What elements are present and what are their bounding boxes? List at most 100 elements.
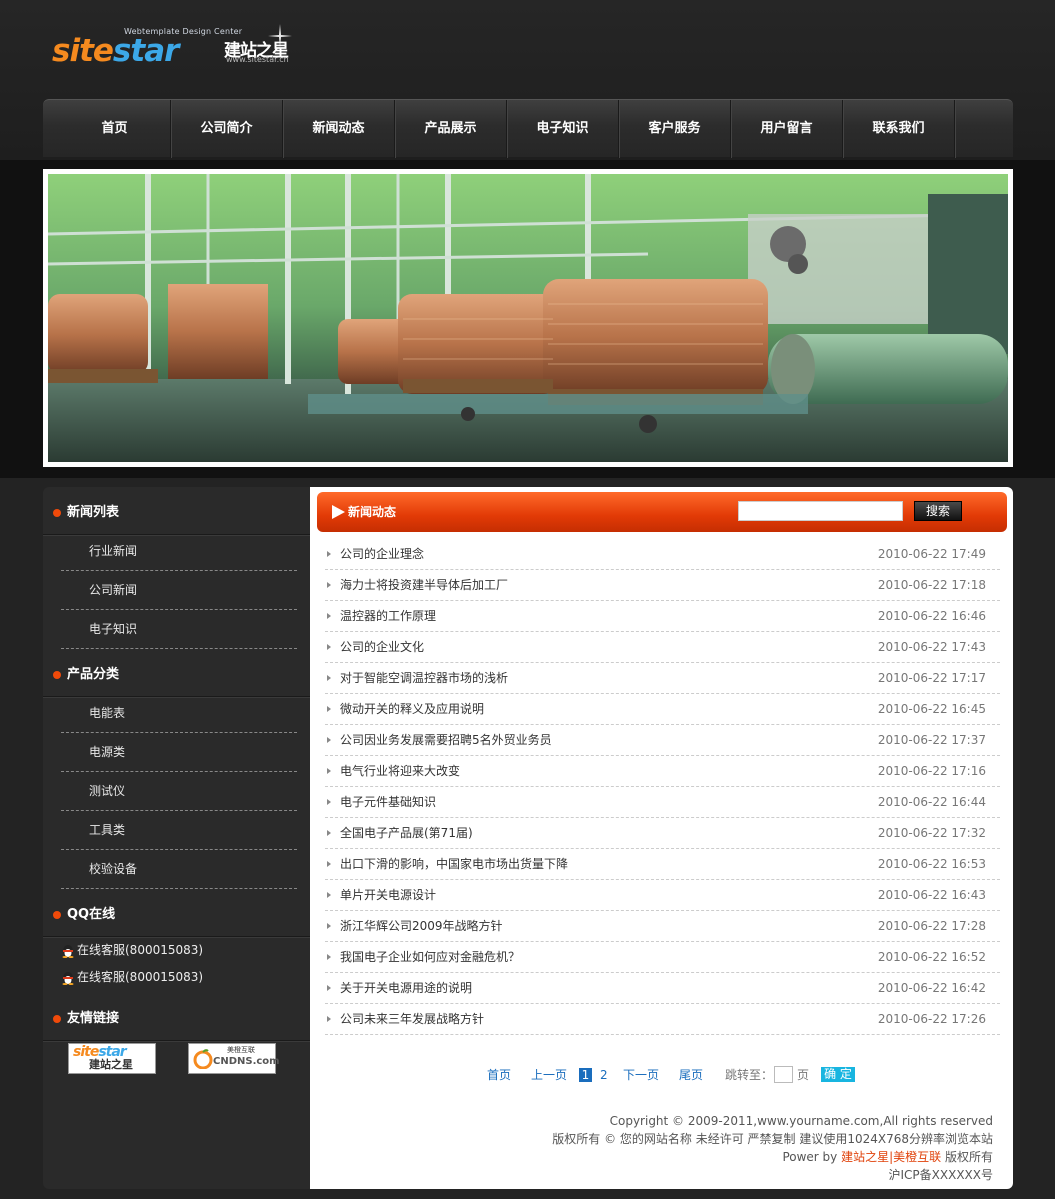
pager-next[interactable]: 下一页	[623, 1066, 659, 1084]
news-list: 公司的企业理念 2010-06-22 17:49 海力士将投资建半导体后加工厂 201…	[325, 539, 1000, 1035]
news-title-link[interactable]: 出口下滑的影响，中国家电市场出货量下降	[340, 849, 568, 880]
footer-link-cndns[interactable]: 美橙互联	[893, 1150, 941, 1164]
news-title-link[interactable]: 对于智能空调温控器市场的浅析	[340, 663, 508, 694]
news-row[interactable]: 公司因业务发展需要招聘5名外贸业务员 2010-06-22 17:37	[325, 725, 1000, 756]
search-input[interactable]	[738, 501, 903, 521]
news-title-link[interactable]: 我国电子企业如何应对金融危机？	[340, 942, 520, 973]
triangle-bullet-icon	[327, 954, 331, 960]
logo-url: www.sitestar.cn	[226, 55, 289, 64]
news-row[interactable]: 全国电子产品展(第71届) 2010-06-22 17:32	[325, 818, 1000, 849]
news-row[interactable]: 单片开关电源设计 2010-06-22 16:43	[325, 880, 1000, 911]
nav-item-products[interactable]: 产品展示	[395, 100, 507, 158]
sidebar-item-calibration[interactable]: 校验设备	[61, 850, 297, 889]
news-row[interactable]: 出口下滑的影响，中国家电市场出货量下降 2010-06-22 16:53	[325, 849, 1000, 880]
triangle-bullet-icon	[327, 985, 331, 991]
news-title-link[interactable]: 公司因业务发展需要招聘5名外贸业务员	[340, 725, 552, 756]
sidebar-item-tools[interactable]: 工具类	[61, 811, 297, 850]
news-title-link[interactable]: 温控器的工作原理	[340, 601, 436, 632]
nav-item-home[interactable]: 首页	[59, 100, 171, 158]
sidebar-item-meter[interactable]: 电能表	[61, 694, 297, 733]
pager-first[interactable]: 首页	[487, 1066, 511, 1084]
pager-go-button[interactable]: 确 定	[821, 1067, 855, 1082]
qq-service-link[interactable]: 在线客服(800015083)	[61, 940, 203, 960]
triangle-bullet-icon	[327, 613, 331, 619]
triangle-bullet-icon	[327, 861, 331, 867]
friend-link-sitestar[interactable]: sitestar 建站之星	[68, 1043, 156, 1074]
header: Webtemplate Design Center sitestar 建站之星 …	[0, 0, 1055, 160]
sidebar-item-industry-news[interactable]: 行业新闻	[61, 532, 297, 571]
friend-link-cndns[interactable]: 美橙互联 CNDNS.com	[188, 1043, 280, 1074]
pager-last[interactable]: 尾页	[679, 1066, 703, 1084]
news-date: 2010-06-22 17:26	[877, 1012, 986, 1026]
news-title-link[interactable]: 公司未来三年发展战略方针	[340, 1004, 484, 1035]
news-row[interactable]: 海力士将投资建半导体后加工厂 2010-06-22 17:18	[325, 570, 1000, 601]
news-row[interactable]: 关于开关电源用途的说明 2010-06-22 16:42	[325, 973, 1000, 1004]
news-row[interactable]: 浙江华辉公司2009年战略方针 2010-06-22 17:28	[325, 911, 1000, 942]
triangle-bullet-icon	[327, 582, 331, 588]
main-nav: 首页 公司简介 新闻动态 产品展示 电子知识 客户服务 用户留言 联系我们	[43, 99, 1013, 158]
search-button[interactable]: 搜索	[914, 501, 962, 521]
news-row[interactable]: 对于智能空调温控器市场的浅析 2010-06-22 17:17	[325, 663, 1000, 694]
news-date: 2010-06-22 17:43	[877, 640, 986, 654]
factory-illustration	[48, 174, 1008, 462]
triangle-bullet-icon	[327, 675, 331, 681]
news-date: 2010-06-22 16:42	[877, 981, 986, 995]
sparkle-icon	[268, 24, 292, 48]
pager-page-2[interactable]: 2	[600, 1066, 608, 1084]
pager-jump-input[interactable]	[774, 1066, 793, 1083]
news-date: 2010-06-22 16:44	[877, 795, 986, 809]
news-row[interactable]: 电气行业将迎来大改变 2010-06-22 17:16	[325, 756, 1000, 787]
news-date: 2010-06-22 17:28	[877, 919, 986, 933]
copyright-line: Copyright © 2009-2011,www.yourname.com,A…	[609, 1114, 993, 1128]
footer: Copyright © 2009-2011,www.yourname.com,A…	[552, 1112, 993, 1184]
news-date: 2010-06-22 17:17	[877, 671, 986, 685]
nav-item-knowledge[interactable]: 电子知识	[507, 100, 619, 158]
nav-item-guestbook[interactable]: 用户留言	[731, 100, 843, 158]
bullet-dot-icon	[53, 509, 61, 517]
nav-item-about[interactable]: 公司简介	[171, 100, 283, 158]
news-title-link[interactable]: 公司的企业理念	[340, 539, 424, 570]
news-date: 2010-06-22 16:46	[877, 609, 986, 623]
icp-line: 沪ICP备XXXXXX号	[888, 1168, 993, 1182]
news-title-link[interactable]: 单片开关电源设计	[340, 880, 436, 911]
news-title-link[interactable]: 公司的企业文化	[340, 632, 424, 663]
triangle-bullet-icon	[327, 737, 331, 743]
qq-service-link[interactable]: 在线客服(800015083)	[61, 967, 203, 987]
news-row[interactable]: 我国电子企业如何应对金融危机？ 2010-06-22 16:52	[325, 942, 1000, 973]
sidebar-item-tester[interactable]: 测试仪	[61, 772, 297, 811]
main-content: 新闻动态 搜索 公司的企业理念 2010-06-22 17:49 海力士将投资建半导…	[310, 487, 1013, 1189]
nav-item-service[interactable]: 客户服务	[619, 100, 731, 158]
news-row[interactable]: 公司的企业文化 2010-06-22 17:43	[325, 632, 1000, 663]
news-title-link[interactable]: 海力士将投资建半导体后加工厂	[340, 570, 508, 601]
news-row[interactable]: 电子元件基础知识 2010-06-22 16:44	[325, 787, 1000, 818]
sidebar-item-company-news[interactable]: 公司新闻	[61, 571, 297, 610]
section-title: 新闻动态	[348, 505, 397, 519]
triangle-bullet-icon	[327, 768, 331, 774]
pager-prev[interactable]: 上一页	[531, 1066, 567, 1084]
triangle-bullet-icon	[327, 892, 331, 898]
sidebar: 新闻列表 行业新闻 公司新闻 电子知识 产品分类 电能表 电源类 测试仪 工具类…	[43, 487, 310, 1189]
news-title-link[interactable]: 浙江华辉公司2009年战略方针	[340, 911, 503, 942]
banner-image	[43, 169, 1013, 467]
qq-penguin-icon	[62, 945, 74, 958]
footer-link-sitestar[interactable]: 建站之星	[841, 1150, 889, 1164]
pager-jump-label: 跳转至：	[725, 1068, 774, 1082]
triangle-bullet-icon	[327, 706, 331, 712]
nav-item-contact[interactable]: 联系我们	[843, 100, 955, 158]
news-title-link[interactable]: 全国电子产品展(第71届)	[340, 818, 473, 849]
sidebar-item-power[interactable]: 电源类	[61, 733, 297, 772]
news-row[interactable]: 微动开关的释义及应用说明 2010-06-22 16:45	[325, 694, 1000, 725]
sidebar-item-electronics[interactable]: 电子知识	[61, 610, 297, 649]
news-row[interactable]: 公司未来三年发展战略方针 2010-06-22 17:26	[325, 1004, 1000, 1035]
triangle-bullet-icon	[327, 830, 331, 836]
news-title-link[interactable]: 电气行业将迎来大改变	[340, 756, 460, 787]
news-title-link[interactable]: 电子元件基础知识	[340, 787, 436, 818]
news-row[interactable]: 公司的企业理念 2010-06-22 17:49	[325, 539, 1000, 570]
nav-item-news[interactable]: 新闻动态	[283, 100, 395, 158]
triangle-bullet-icon	[327, 799, 331, 805]
news-title-link[interactable]: 关于开关电源用途的说明	[340, 973, 472, 1004]
news-title-link[interactable]: 微动开关的释义及应用说明	[340, 694, 484, 725]
news-row[interactable]: 温控器的工作原理 2010-06-22 16:46	[325, 601, 1000, 632]
news-date: 2010-06-22 17:37	[877, 733, 986, 747]
pager-page-unit: 页	[797, 1068, 810, 1082]
